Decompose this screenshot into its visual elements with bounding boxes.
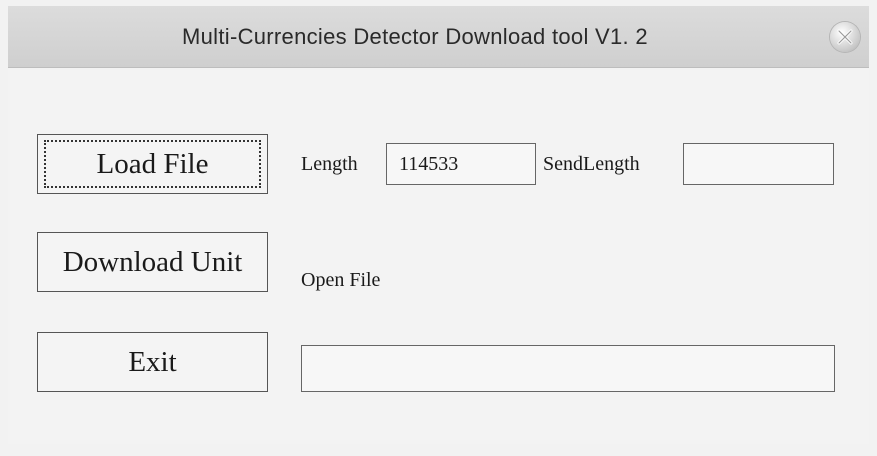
exit-label: Exit bbox=[128, 345, 177, 378]
status-label: Open File bbox=[301, 269, 381, 291]
title-bar[interactable]: Multi-Currencies Detector Download tool … bbox=[8, 6, 869, 68]
window-title: Multi-Currencies Detector Download tool … bbox=[182, 24, 648, 49]
length-label: Length bbox=[301, 153, 358, 175]
close-button[interactable] bbox=[830, 22, 860, 52]
app-window: Multi-Currencies Detector Download tool … bbox=[8, 6, 869, 444]
sendlength-field[interactable] bbox=[683, 143, 834, 185]
focus-indicator bbox=[44, 140, 261, 188]
download-unit-label: Download Unit bbox=[62, 245, 243, 278]
exit-button[interactable]: Exit bbox=[37, 332, 268, 392]
close-x-icon bbox=[837, 29, 853, 45]
download-unit-button[interactable]: Download Unit bbox=[37, 232, 268, 292]
load-file-button[interactable]: Load File bbox=[37, 134, 268, 194]
file-path-field[interactable] bbox=[301, 345, 835, 392]
length-value: 114533 bbox=[399, 152, 459, 175]
sendlength-label: SendLength bbox=[543, 153, 640, 175]
length-field[interactable]: 114533 bbox=[386, 143, 536, 185]
